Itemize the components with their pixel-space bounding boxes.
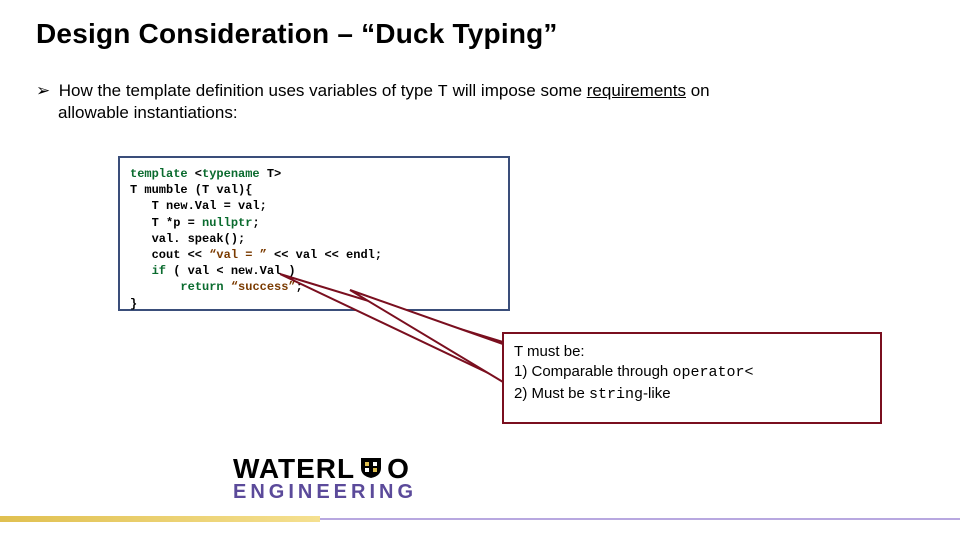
text: val. speak(); — [130, 232, 245, 246]
string: “success” — [231, 280, 296, 294]
bullet-text: How the template definition uses variabl… — [59, 81, 710, 100]
text: T mumble (T val){ — [130, 183, 252, 197]
kw: return — [180, 280, 223, 294]
bullet-text-line2: allowable instantiations: — [58, 103, 238, 123]
bullet-marker: ➢ — [36, 80, 54, 103]
logo-text: WATERL — [233, 453, 355, 484]
text: T *p = — [130, 216, 202, 230]
crest-icon — [357, 456, 385, 480]
text: ; — [252, 216, 259, 230]
text: How the template definition uses variabl… — [59, 81, 438, 100]
slide: Design Consideration – “Duck Typing” ➢ H… — [0, 0, 960, 540]
logo-top: WATERL O — [233, 456, 533, 483]
text: will impose some — [448, 81, 587, 100]
text: 2) Must be — [514, 385, 589, 402]
text — [130, 264, 152, 278]
waterloo-logo: WATERL O ENGINEERING — [233, 456, 533, 504]
text: < — [188, 167, 202, 181]
page-title: Design Consideration – “Duck Typing” — [36, 18, 558, 50]
text-underline: requirements — [587, 81, 686, 100]
callout-line-3: 2) Must be string-like — [514, 384, 870, 405]
kw: template — [130, 167, 188, 181]
text: T new.Val = val; — [130, 199, 267, 213]
text: on — [686, 81, 710, 100]
text: ( val < new.Val ) — [166, 264, 296, 278]
footer-accent — [0, 516, 320, 522]
bullet-item: ➢ How the template definition uses varia… — [36, 80, 924, 105]
text: 1) Comparable through — [514, 363, 672, 380]
kw: nullptr — [202, 216, 252, 230]
text: cout << — [130, 248, 209, 262]
logo-bottom: ENGINEERING — [233, 481, 533, 504]
text: << val << endl; — [267, 248, 382, 262]
callout-line-2: 1) Comparable through operator< — [514, 362, 870, 383]
text-mono: operator< — [672, 364, 753, 381]
code-box: template <typename T> T mumble (T val){ … — [118, 156, 510, 311]
logo-text: O — [387, 453, 410, 484]
text: T> — [260, 167, 282, 181]
text: } — [130, 297, 137, 311]
text: -like — [643, 385, 671, 402]
text — [224, 280, 231, 294]
code-block: template <typename T> T mumble (T val){ … — [130, 166, 498, 312]
kw: if — [152, 264, 166, 278]
kw: typename — [202, 167, 260, 181]
callout-line-1: T must be: — [514, 342, 870, 362]
callout-box: T must be: 1) Comparable through operato… — [502, 332, 882, 424]
text-mono: string — [589, 386, 643, 403]
text-mono: T — [438, 83, 448, 102]
text — [130, 280, 180, 294]
text: ; — [296, 280, 303, 294]
string: “val = ” — [209, 248, 267, 262]
